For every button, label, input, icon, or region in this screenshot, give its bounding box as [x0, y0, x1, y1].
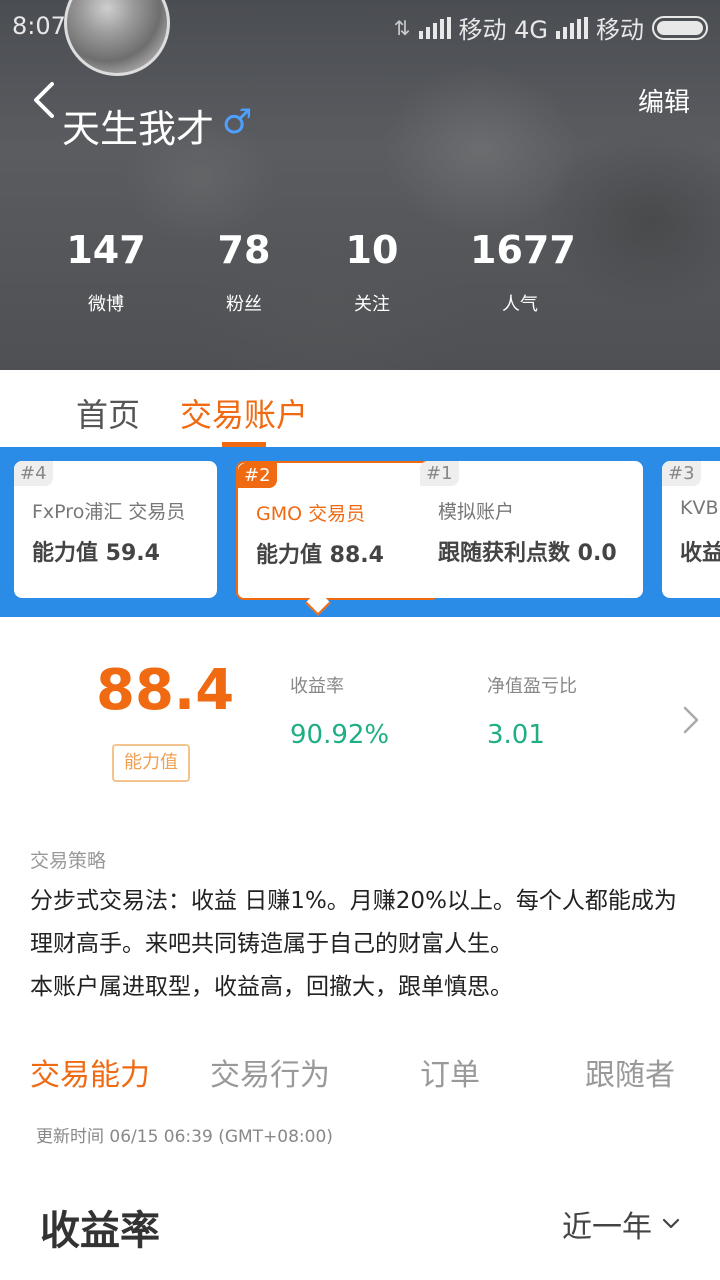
signal-icon: [418, 16, 451, 39]
profile-header: 8:07 ⇅ 移动 4G 移动 天生我才 ♂ 编辑 147 微博 78 粉丝 1…: [0, 0, 720, 370]
stat-value: 147: [66, 228, 146, 272]
account-card[interactable]: #4 FxPro浦汇 交易员 能力值 59.4: [14, 461, 217, 598]
username: 天生我才: [62, 107, 215, 151]
account-value: 能力值 59.4: [32, 541, 160, 566]
account-value: 能力值 88.4: [256, 543, 384, 568]
account-name: KVB: [680, 497, 719, 519]
account-value: 跟随获利点数 0.0: [438, 541, 617, 566]
subtab-orders[interactable]: 订单: [420, 1050, 480, 1094]
stat-label: 关注: [354, 294, 390, 315]
account-card-selected[interactable]: #2 GMO 交易员 能力值 88.4: [236, 461, 439, 600]
ability-badge: 能力值: [112, 744, 190, 782]
account-card[interactable]: #3 KVB 收益: [662, 461, 720, 598]
stat-weibo[interactable]: 147 微博: [66, 228, 146, 316]
subtab-followers[interactable]: 跟随者: [585, 1050, 675, 1094]
data-activity-icon: ⇅: [393, 15, 411, 40]
chevron-right-icon[interactable]: [680, 706, 702, 734]
status-right: ⇅ 移动 4G 移动: [394, 10, 708, 45]
signal-icon-2: [556, 16, 588, 39]
period-select[interactable]: 近一年: [562, 1202, 680, 1246]
account-value: 收益: [680, 541, 720, 566]
stat-following[interactable]: 10 关注: [332, 228, 412, 316]
strategy-description: 分步式交易法：收益 日赚1%。月赚20%以上。每个人都能成为 理财高手。来吧共同…: [30, 880, 720, 1009]
profile-tabs: 首页 交易账户: [0, 370, 720, 448]
subtab-trading-behavior[interactable]: 交易行为: [210, 1050, 330, 1094]
chevron-down-icon: [662, 1218, 680, 1229]
account-card[interactable]: #1 模拟账户 跟随获利点数 0.0: [420, 461, 643, 598]
battery-icon: [652, 15, 708, 40]
period-value: 近一年: [562, 1210, 652, 1245]
carrier-label-2: 移动: [596, 16, 644, 44]
ability-value: 88.4: [96, 658, 235, 723]
update-time: 更新时间 06/15 06:39 (GMT+08:00): [36, 1127, 333, 1147]
account-rank: #3: [662, 461, 701, 486]
account-name: GMO 交易员: [256, 503, 366, 525]
pl-ratio-label: 净值盈亏比: [487, 676, 577, 697]
stat-value: 10: [345, 228, 399, 272]
strategy-line: 理财高手。来吧共同铸造属于自己的财富人生。: [30, 931, 513, 957]
tab-home[interactable]: 首页: [76, 390, 140, 436]
account-cards-strip[interactable]: #4 FxPro浦汇 交易员 能力值 59.4 #2 GMO 交易员 能力值 8…: [0, 447, 720, 617]
tab-trading-account[interactable]: 交易账户: [180, 390, 308, 436]
stat-label: 人气: [502, 294, 538, 315]
stat-value: 1677: [470, 228, 576, 272]
avatar[interactable]: [64, 0, 170, 76]
account-name: 模拟账户: [438, 501, 515, 523]
account-rank: #1: [420, 461, 459, 486]
subtab-trading-ability[interactable]: 交易能力: [30, 1050, 150, 1094]
pl-ratio-value: 3.01: [487, 720, 545, 750]
strategy-line: 本账户属进取型，收益高，回撤大，跟单慎思。: [30, 974, 513, 1000]
account-rank: #4: [14, 461, 53, 486]
account-rank: #2: [238, 463, 277, 488]
stat-label: 微博: [88, 294, 124, 315]
stat-label: 粉丝: [226, 294, 262, 315]
return-rate-value: 90.92%: [290, 720, 390, 750]
edit-button[interactable]: 编辑: [638, 82, 690, 119]
strategy-line: 分步式交易法：收益 日赚1%。月赚20%以上。每个人都能成为: [30, 888, 677, 914]
section-title: 收益率: [40, 1208, 160, 1254]
carrier-label-1: 移动 4G: [458, 16, 549, 44]
account-name: FxPro浦汇 交易员: [32, 501, 186, 523]
status-time: 8:07: [12, 12, 66, 40]
stat-popularity[interactable]: 1677 人气: [470, 228, 576, 316]
male-gender-icon: ♂: [222, 102, 253, 142]
stat-fans[interactable]: 78 粉丝: [204, 228, 284, 316]
return-rate-label: 收益率: [290, 676, 344, 697]
strategy-title: 交易策略: [30, 850, 107, 872]
stat-value: 78: [217, 228, 271, 272]
